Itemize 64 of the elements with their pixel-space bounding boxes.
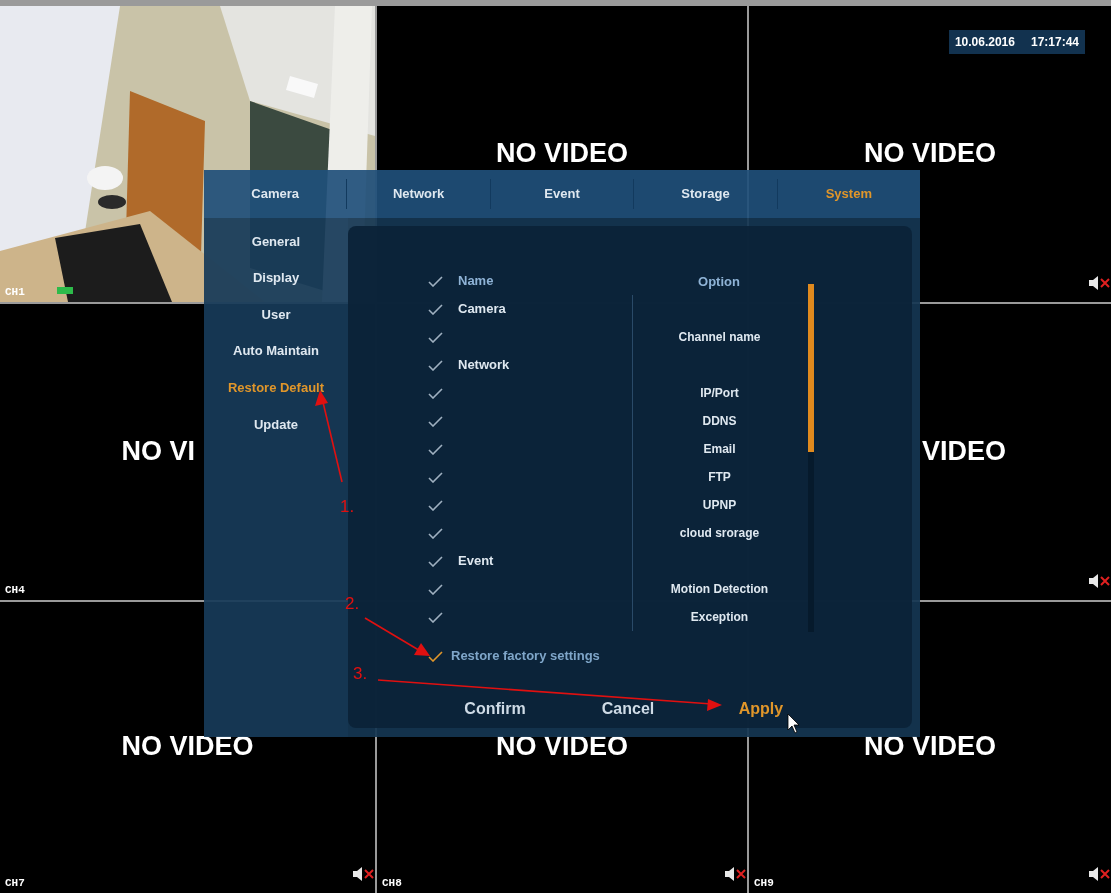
checkmark-icon[interactable] (428, 555, 443, 567)
restore-factory-label: Restore factory settings (451, 647, 600, 666)
channel-label: CH7 (5, 875, 25, 891)
checkmark-icon[interactable] (428, 331, 443, 343)
channel-label: CH8 (382, 875, 402, 891)
option-name: Channel name (678, 329, 761, 346)
checkmark-icon[interactable] (428, 471, 443, 483)
option-name: cloud srorage (679, 525, 760, 542)
checkmark-icon[interactable] (428, 650, 443, 662)
option-name: Exception (690, 609, 749, 626)
checkmark-icon[interactable] (428, 499, 443, 511)
option-name: FTP (708, 469, 731, 486)
no-video-message: NO VIDEO (121, 731, 254, 761)
no-video-message: NO VIDEO (496, 137, 628, 168)
checkmark-icon[interactable] (428, 275, 443, 287)
option-name: IP/Port (700, 385, 739, 402)
column-header: Name (458, 272, 495, 291)
checkmark-icon[interactable] (428, 359, 443, 371)
tab[interactable]: Network (347, 179, 491, 209)
scrollbar-thumb[interactable] (808, 284, 814, 452)
option-name: DDNS (702, 413, 737, 430)
scrollbar[interactable] (808, 284, 814, 632)
no-video-message: NO VIDEO (496, 731, 628, 761)
annotation-label: 3. (353, 663, 368, 685)
time-text: 17:17:44 (1030, 34, 1079, 51)
category-name: Event (458, 552, 494, 571)
no-video-message: NO VIDEO (864, 137, 996, 168)
no-video-message: NO VI (121, 435, 195, 466)
checkmark-icon[interactable] (428, 611, 443, 623)
sidebar-item[interactable]: General (204, 223, 348, 260)
category-name: Network (458, 356, 510, 375)
mouse-pointer-icon (787, 713, 800, 734)
no-video-message: NO VIDEO (864, 731, 996, 761)
tab[interactable]: Storage (634, 179, 778, 209)
tab[interactable]: Event (490, 179, 635, 209)
sidebar-item[interactable]: Auto Maintain (204, 332, 348, 370)
annotation-label: 2. (345, 593, 360, 615)
channel-label: CH1 (5, 284, 25, 300)
checkmark-icon[interactable] (428, 527, 443, 539)
sidebar-item[interactable]: Display (204, 259, 348, 297)
tab[interactable]: Camera (204, 179, 348, 209)
option-name: Motion Detection (670, 581, 769, 598)
channel-label: CH4 (5, 582, 25, 598)
checkmark-icon[interactable] (428, 583, 443, 595)
sidebar-item[interactable]: Update (204, 405, 348, 443)
date-text: 10.06.2016 (954, 34, 1015, 51)
dialog-button[interactable]: Cancel (573, 695, 683, 723)
tab[interactable]: System (777, 179, 921, 209)
annotation-arrow (364, 617, 430, 656)
sidebar-item[interactable]: User (204, 296, 348, 333)
checkmark-icon[interactable] (428, 387, 443, 399)
column-header: Option (698, 274, 740, 289)
annotation-label: 1. (340, 496, 355, 518)
sidebar-item[interactable]: Restore Default (204, 369, 348, 406)
dialog-button[interactable]: Apply (706, 695, 816, 723)
option-name: Email (703, 441, 736, 458)
checkmark-icon[interactable] (428, 415, 443, 427)
channel-label: CH9 (754, 875, 774, 891)
dialog-button[interactable]: Confirm (440, 695, 550, 723)
option-name: UPNP (702, 497, 737, 514)
checkmark-icon[interactable] (428, 303, 443, 315)
category-name: Camera (458, 300, 506, 319)
no-video-message: VIDEO (921, 435, 1006, 466)
checkmark-icon[interactable] (428, 443, 443, 455)
